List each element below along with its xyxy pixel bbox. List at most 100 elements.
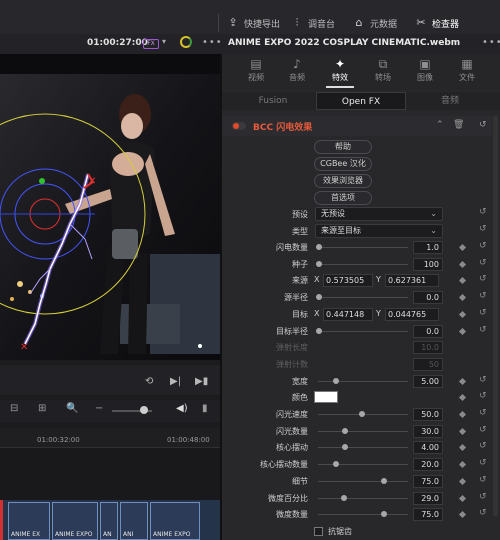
timeline-clip[interactable]: ANIME EXPO <box>150 502 200 540</box>
volume-icon[interactable]: ◀) <box>176 403 192 417</box>
zoom-custom-icon[interactable]: 🔍 <box>66 403 82 417</box>
chevron-down-icon[interactable]: ▾ <box>162 37 166 46</box>
param-slider-knob[interactable] <box>316 294 322 300</box>
reset-icon[interactable]: ↺ <box>479 325 487 335</box>
param-slider-track[interactable] <box>318 498 408 499</box>
type-dropdown[interactable]: 来源至目标 ⌄ <box>315 224 443 238</box>
reset-icon[interactable]: ↺ <box>479 241 487 251</box>
subtab-fusion[interactable]: Fusion <box>232 92 314 110</box>
color-wheel-icon[interactable] <box>180 36 192 48</box>
next-frame-icon[interactable]: ▶| <box>170 376 181 387</box>
tab-transition[interactable]: ⧉ 转场 <box>365 56 401 83</box>
reset-icon[interactable]: ↺ <box>479 458 487 468</box>
param-slider-track[interactable] <box>318 297 408 298</box>
param-slider-knob[interactable] <box>381 511 387 517</box>
param-slider-track[interactable] <box>318 431 408 432</box>
reset-icon[interactable]: ↺ <box>479 258 487 268</box>
subtab-openfx[interactable]: Open FX <box>316 92 406 110</box>
param-value-field[interactable]: 20.0 <box>413 458 443 471</box>
param-slider-track[interactable] <box>318 464 408 465</box>
reset-icon[interactable]: ↺ <box>479 425 487 435</box>
inspector-button[interactable]: ✂ 检查器 <box>414 14 459 32</box>
param-value-field[interactable]: 75.0 <box>413 475 443 488</box>
reset-icon[interactable]: ↺ <box>479 508 487 518</box>
quick-export-button[interactable]: ⇪ 快捷导出 <box>226 14 280 32</box>
param-slider-track[interactable] <box>318 247 408 248</box>
param-slider-track[interactable] <box>318 481 408 482</box>
inspector-scrollbar[interactable] <box>493 116 498 516</box>
timeline-clip[interactable]: ANIME EXPO <box>52 502 98 540</box>
tab-audio[interactable]: ♪ 音频 <box>279 56 315 83</box>
preferences-button[interactable]: 首选项 <box>314 191 372 205</box>
param-slider-knob[interactable] <box>342 428 348 434</box>
param-slider-knob[interactable] <box>359 411 365 417</box>
tab-effects[interactable]: ✦ 特效 <box>322 56 358 88</box>
metadata-button[interactable]: ⌂ 元数据 <box>352 14 398 32</box>
param-value-field[interactable]: 0.0 <box>413 291 443 304</box>
zoom-out-icon[interactable]: − <box>95 403 111 417</box>
param-slider-knob[interactable] <box>316 261 322 267</box>
audio-meter-icon[interactable]: ▮ <box>202 403 218 417</box>
timeline-clip[interactable]: AN <box>100 502 118 540</box>
tab-file[interactable]: ▦ 文件 <box>449 56 485 83</box>
preset-dropdown[interactable]: 无预设 ⌄ <box>315 207 443 221</box>
last-frame-icon[interactable]: ▶▮ <box>195 376 208 387</box>
loop-icon[interactable]: ⟲ <box>145 376 153 387</box>
zoom-full-icon[interactable]: ⊟ <box>10 403 26 417</box>
param-slider-track[interactable] <box>318 381 408 382</box>
tab-video[interactable]: ▤ 视频 <box>238 56 274 83</box>
param-value-field[interactable]: 0.0 <box>413 325 443 338</box>
inspector-options-icon[interactable]: ••• <box>482 37 500 48</box>
playhead-marker[interactable] <box>0 500 3 540</box>
param-slider-track[interactable] <box>318 447 408 448</box>
effect-toggle[interactable] <box>232 122 246 130</box>
reset-icon[interactable]: ↺ <box>479 408 487 418</box>
y-value-field[interactable]: 0.044765 <box>385 308 439 321</box>
delete-icon[interactable]: 🗑 <box>453 120 464 130</box>
param-value-field[interactable]: 5.00 <box>413 375 443 388</box>
effect-browser-button[interactable]: 效果浏览器 <box>314 174 372 188</box>
x-value-field[interactable]: 0.573505 <box>323 274 373 287</box>
param-slider-knob[interactable] <box>333 378 339 384</box>
fx-badge[interactable]: FX <box>143 39 159 49</box>
collapse-icon[interactable]: ⌃ <box>436 120 444 130</box>
reset-icon[interactable]: ↺ <box>479 207 487 217</box>
reset-icon[interactable]: ↺ <box>479 492 487 502</box>
param-value-field[interactable]: 1.0 <box>413 241 443 254</box>
subtab-audio[interactable]: 音频 <box>408 92 492 110</box>
param-slider-track[interactable] <box>318 331 408 332</box>
param-slider-knob[interactable] <box>381 478 387 484</box>
param-value-field[interactable]: 100 <box>413 258 443 271</box>
antialias-checkbox[interactable] <box>314 527 323 536</box>
x-value-field[interactable]: 0.447148 <box>323 308 373 321</box>
timeline-clip[interactable]: ANI <box>120 502 148 540</box>
param-value-field[interactable]: 4.00 <box>413 441 443 454</box>
tab-image[interactable]: ▣ 图像 <box>407 56 443 83</box>
reset-icon[interactable]: ↺ <box>479 224 487 234</box>
reset-icon[interactable]: ↺ <box>479 274 487 284</box>
param-slider-knob[interactable] <box>341 495 347 501</box>
param-slider-track[interactable] <box>318 514 408 515</box>
zoom-slider-knob[interactable] <box>140 406 148 414</box>
param-slider-knob[interactable] <box>316 328 322 334</box>
timeline-clip[interactable]: ANIME EX <box>8 502 50 540</box>
param-value-field[interactable]: 30.0 <box>413 425 443 438</box>
help-button[interactable]: 帮助 <box>314 140 372 154</box>
video-viewer[interactable]: ✕ ✕ <box>0 54 220 360</box>
param-slider-track[interactable] <box>318 264 408 265</box>
reset-icon[interactable]: ↺ <box>479 475 487 485</box>
zoom-detail-icon[interactable]: ⊞ <box>38 403 54 417</box>
param-slider-knob[interactable] <box>333 461 339 467</box>
param-slider-knob[interactable] <box>342 444 348 450</box>
mixer-button[interactable]: ⫶ 调音台 <box>290 14 335 32</box>
reset-effect-icon[interactable]: ↺ <box>479 120 487 130</box>
cgbee-localize-button[interactable]: CGBee 汉化 <box>314 157 372 171</box>
reset-icon[interactable]: ↺ <box>479 291 487 301</box>
y-value-field[interactable]: 0.627361 <box>385 274 439 287</box>
reset-icon[interactable]: ↺ <box>479 391 487 401</box>
param-value-field[interactable]: 50.0 <box>413 408 443 421</box>
viewer-options-icon[interactable]: ••• <box>202 37 223 48</box>
param-value-field[interactable]: 75.0 <box>413 508 443 521</box>
param-value-field[interactable]: 29.0 <box>413 492 443 505</box>
reset-icon[interactable]: ↺ <box>479 308 487 318</box>
